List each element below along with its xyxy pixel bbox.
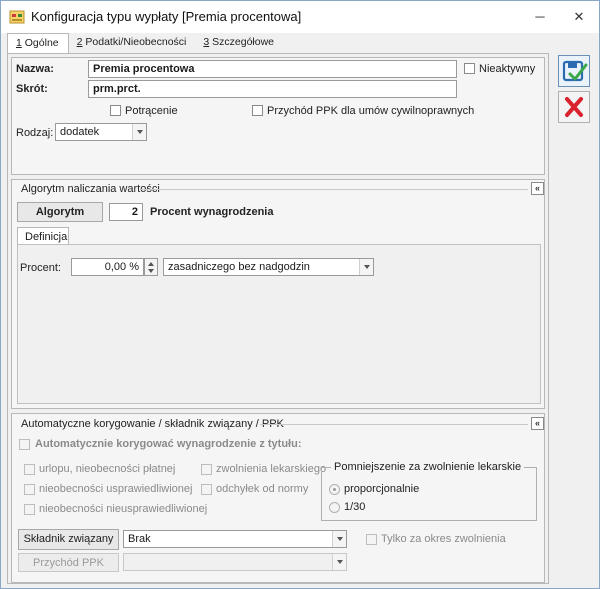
inactive-checkbox[interactable] <box>464 63 475 74</box>
option-leave-label: urlopu, nieobecności płatnej <box>39 463 176 475</box>
percent-input[interactable]: 0,00 % <box>71 258 144 276</box>
collapse-icon[interactable]: « <box>531 182 544 195</box>
dialog-window: Konfiguracja typu wypłaty [Premia procen… <box>0 0 600 589</box>
basis-select-value: zasadniczego bez nadgodzin <box>168 261 310 273</box>
ppk-income-button[interactable]: Przychód PPK <box>18 553 119 572</box>
reduction-title: Pomniejszenie za zwolnienie lekarskie <box>331 461 525 473</box>
tab-details[interactable]: 3 Szczegółowe <box>195 33 283 53</box>
algorithm-description: Procent wynagrodzenia <box>150 206 274 218</box>
arrow-down-icon <box>148 269 154 273</box>
option-leave-checkbox[interactable] <box>24 464 35 475</box>
save-button[interactable] <box>558 55 590 87</box>
tab-taxes-label: Podatki/Nieobecności <box>82 36 187 48</box>
tab-definition[interactable]: Definicja <box>17 227 69 245</box>
type-label: Rodzaj: <box>16 127 54 139</box>
auto-correct-label: Automatycznie korygować wynagrodzenie z … <box>35 438 302 450</box>
reduction-1-30-radio[interactable] <box>329 502 340 513</box>
option-sick-label: zwolnienia lekarskiego <box>216 463 327 475</box>
section-divider <box>141 189 528 190</box>
reduction-proportional-label: proporcjonalnie <box>344 483 420 495</box>
name-label: Nazwa: <box>16 63 54 75</box>
linked-component-value: Brak <box>128 533 151 545</box>
basis-select[interactable]: zasadniczego bez nadgodzin <box>163 258 374 276</box>
ppk-civil-label: Przychód PPK dla umów cywilnoprawnych <box>267 105 475 117</box>
option-excused-label: nieobecności usprawiedliwionej <box>39 483 193 495</box>
tab-taxes[interactable]: 2 Podatki/Nieobecności <box>69 33 196 53</box>
chevron-down-icon <box>332 531 346 547</box>
tab-details-label: Szczegółowe <box>209 36 275 48</box>
linked-component-select[interactable]: Brak <box>123 530 347 548</box>
collapse-icon[interactable]: « <box>531 417 544 430</box>
short-label: Skrót: <box>16 83 48 95</box>
ppk-civil-checkbox[interactable] <box>252 105 263 116</box>
option-sick-checkbox[interactable] <box>201 464 212 475</box>
auto-section-title: Automatyczne korygowanie / składnik zwią… <box>21 418 284 430</box>
deduction-label: Potrącenie <box>125 105 178 117</box>
linked-component-button[interactable]: Składnik związany <box>18 529 119 550</box>
algorithm-section-title: Algorytm naliczania wartości <box>21 183 160 195</box>
percent-spinner[interactable] <box>144 258 158 276</box>
chevron-down-icon <box>332 554 346 570</box>
section-divider <box>260 424 528 425</box>
tab-general[interactable]: 1 Ogólne <box>7 33 69 54</box>
option-unexcused-checkbox[interactable] <box>24 504 35 515</box>
algorithm-button[interactable]: Algorytm <box>17 202 103 222</box>
minimize-button[interactable]: ─ <box>529 7 551 27</box>
auto-correct-checkbox[interactable] <box>19 439 30 450</box>
name-input[interactable]: Premia procentowa <box>88 60 457 78</box>
title-bar: Konfiguracja typu wypłaty [Premia procen… <box>1 1 599 33</box>
chevron-down-icon <box>359 259 373 275</box>
window-title: Konfiguracja typu wypłaty [Premia procen… <box>31 9 302 24</box>
option-unexcused-label: nieobecności nieusprawiedliwionej <box>39 503 208 515</box>
deduction-checkbox[interactable] <box>110 105 121 116</box>
reduction-1-30-label: 1/30 <box>344 501 366 513</box>
option-deviation-label: odchyłek od normy <box>216 483 309 495</box>
arrow-up-icon <box>148 262 154 266</box>
option-deviation-checkbox[interactable] <box>201 484 212 495</box>
chevron-down-icon <box>132 124 146 140</box>
cancel-icon <box>565 97 583 117</box>
only-sick-label: Tylko za okres zwolnienia <box>381 533 506 545</box>
inactive-label: Nieaktywny <box>479 63 536 75</box>
cancel-button[interactable] <box>558 91 590 123</box>
close-button[interactable]: ✕ <box>568 7 590 27</box>
percent-label: Procent: <box>20 262 61 274</box>
save-icon <box>562 60 588 82</box>
tab-general-label: Ogólne <box>21 37 59 49</box>
short-input[interactable]: prm.prct. <box>88 80 457 98</box>
reduction-proportional-radio[interactable] <box>329 484 340 495</box>
only-sick-checkbox[interactable] <box>366 534 377 545</box>
option-excused-checkbox[interactable] <box>24 484 35 495</box>
ppk-income-select[interactable] <box>123 553 347 571</box>
algorithm-number[interactable]: 2 <box>109 203 143 221</box>
type-select-value: dodatek <box>60 126 100 138</box>
app-icon <box>9 10 25 24</box>
type-select[interactable]: dodatek <box>55 123 147 141</box>
tab-bar: 1 Ogólne 2 Podatki/Nieobecności 3 Szczeg… <box>7 33 283 54</box>
